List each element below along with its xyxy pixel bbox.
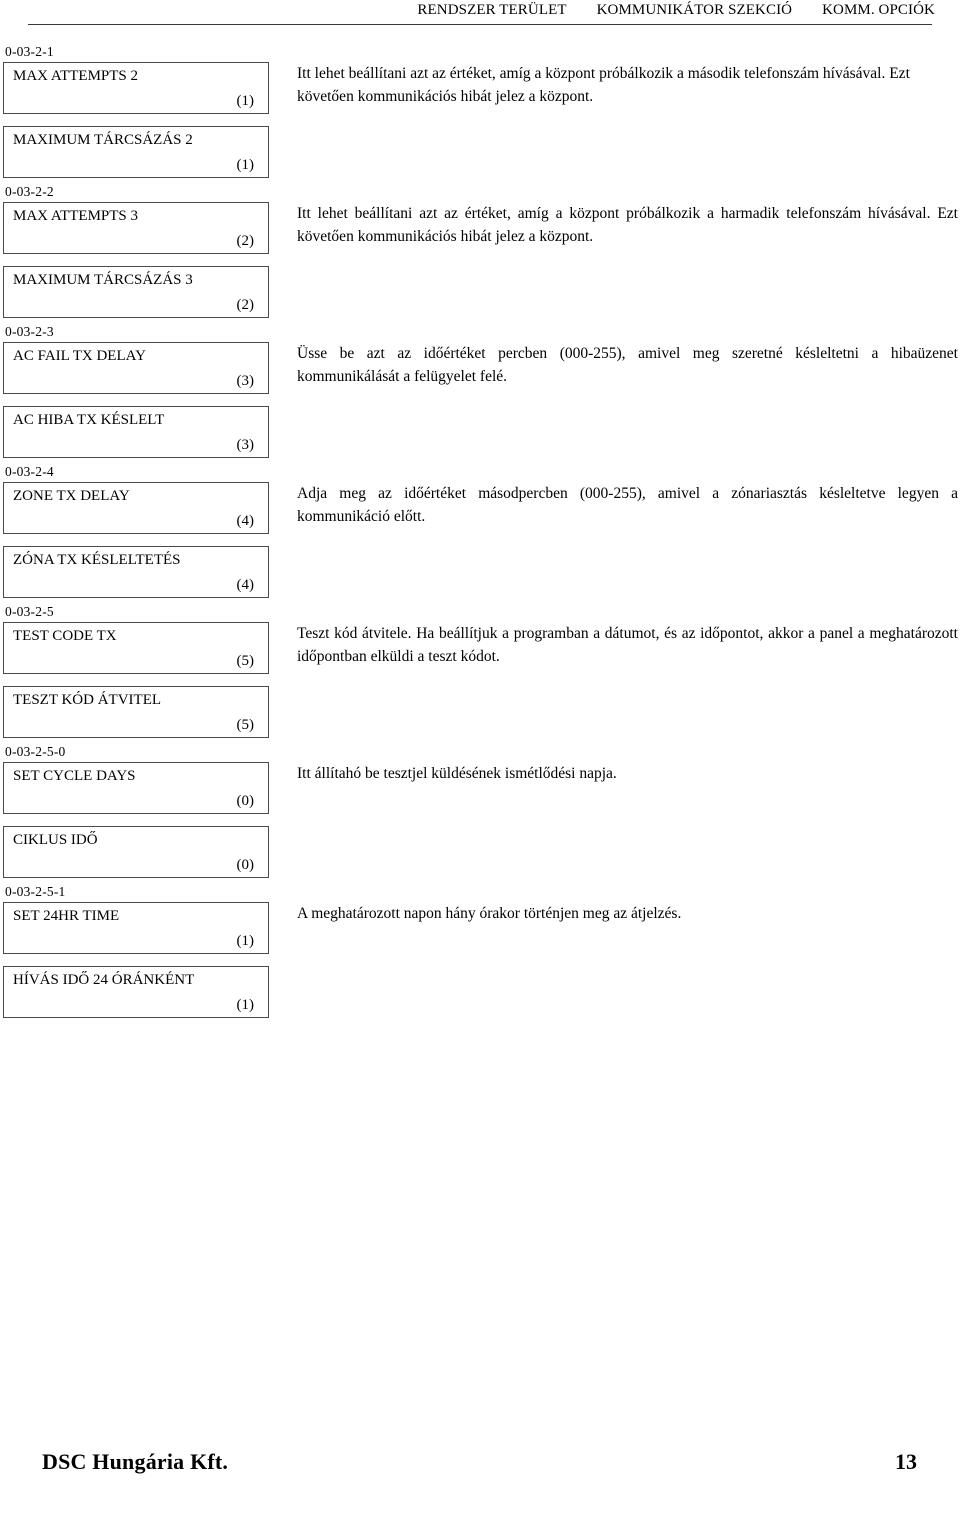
entry-row: 0-03-2-3 AC FAIL TX DELAY (3) AC HIBA TX… (0, 324, 960, 464)
section-code: 0-03-2-4 (5, 464, 54, 479)
lcd-value: (3) (236, 437, 255, 453)
lcd-value: (2) (236, 233, 255, 249)
lcd-display-english: MAX ATTEMPTS 3 (2) (3, 202, 269, 254)
entry-description: A meghatározott napon hány órakor történ… (297, 905, 682, 922)
entry-description: Adja meg az időértéket másodpercben (000… (297, 485, 958, 525)
lcd-value: (4) (236, 513, 255, 529)
section-code: 0-03-2-5 (5, 604, 54, 619)
lcd-title: AC FAIL TX DELAY (13, 348, 146, 364)
lcd-display-english: SET 24HR TIME (1) (3, 902, 269, 954)
lcd-display-hungarian: MAXIMUM TÁRCSÁZÁS 2 (1) (3, 126, 269, 178)
lcd-display-hungarian: ZÓNA TX KÉSLELTETÉS (4) (3, 546, 269, 598)
header-breadcrumb: RENDSZER TERÜLET KOMMUNIKÁTOR SZEKCIÓ KOMM… (0, 2, 935, 19)
entry-row: 0-03-2-2 MAX ATTEMPTS 3 (2) MAXIMUM TÁRC… (0, 184, 960, 324)
lcd-display-hungarian: MAXIMUM TÁRCSÁZÁS 3 (2) (3, 266, 269, 318)
lcd-spacer (3, 954, 269, 966)
lcd-group: 0-03-2-5-1 SET 24HR TIME (1) HÍVÁS IDŐ 2… (3, 884, 269, 1018)
lcd-display-hungarian: CIKLUS IDŐ (0) (3, 826, 269, 878)
entry-description: Teszt kód átvitele. Ha beállítjuk a prog… (297, 625, 958, 665)
section-code: 0-03-2-3 (5, 324, 54, 339)
entry-row: 0-03-2-1 MAX ATTEMPTS 2 (1) MAXIMUM TÁRC… (0, 44, 960, 184)
lcd-spacer (3, 394, 269, 406)
lcd-display-english: ZONE TX DELAY (4) (3, 482, 269, 534)
lcd-value: (4) (236, 577, 255, 593)
lcd-value: (5) (236, 653, 255, 669)
lcd-group: 0-03-2-5 TEST CODE TX (5) TESZT KÓD ÁTVI… (3, 604, 269, 738)
lcd-value: (1) (236, 93, 255, 109)
entry-row: 0-03-2-5 TEST CODE TX (5) TESZT KÓD ÁTVI… (0, 604, 960, 744)
lcd-group: 0-03-2-3 AC FAIL TX DELAY (3) AC HIBA TX… (3, 324, 269, 458)
lcd-title: MAXIMUM TÁRCSÁZÁS 2 (13, 132, 193, 148)
lcd-title: TEST CODE TX (13, 628, 117, 644)
entry-description: Itt lehet beállítani azt az értéket, amí… (297, 65, 910, 105)
entry-row: 0-03-2-5-0 SET CYCLE DAYS (0) CIKLUS IDŐ… (0, 744, 960, 884)
lcd-group: 0-03-2-1 MAX ATTEMPTS 2 (1) MAXIMUM TÁRC… (3, 44, 269, 178)
entry-description: Üsse be azt az időértéket percben (000-2… (297, 345, 958, 385)
lcd-value: (3) (236, 373, 255, 389)
lcd-spacer (3, 534, 269, 546)
section-code: 0-03-2-5-0 (5, 744, 66, 759)
header-item-communicator-section: KOMMUNIKÁTOR SZEKCIÓ (596, 2, 793, 18)
header-divider (28, 24, 932, 25)
entry-description: Itt lehet beállítani azt az értéket, amí… (297, 205, 958, 245)
entry-description: Itt állítahó be tesztjel küldésének ismé… (297, 765, 617, 782)
lcd-title: SET 24HR TIME (13, 908, 120, 924)
lcd-title: ZÓNA TX KÉSLELTETÉS (13, 552, 181, 568)
lcd-value: (2) (236, 297, 255, 313)
section-code: 0-03-2-2 (5, 184, 54, 199)
lcd-title: HÍVÁS IDŐ 24 ÓRÁNKÉNT (13, 972, 195, 988)
lcd-display-english: SET CYCLE DAYS (0) (3, 762, 269, 814)
footer-company: DSC Hungária Kft. (42, 1449, 229, 1474)
header-item-comm-options: KOMM. OPCIÓK (822, 2, 935, 18)
lcd-display-hungarian: HÍVÁS IDŐ 24 ÓRÁNKÉNT (1) (3, 966, 269, 1018)
lcd-group: 0-03-2-2 MAX ATTEMPTS 3 (2) MAXIMUM TÁRC… (3, 184, 269, 318)
footer-page-number: 13 (895, 1449, 917, 1474)
lcd-spacer (3, 814, 269, 826)
lcd-display-english: TEST CODE TX (5) (3, 622, 269, 674)
lcd-spacer (3, 254, 269, 266)
section-code: 0-03-2-5-1 (5, 884, 66, 899)
lcd-value: (5) (236, 717, 255, 733)
header-item-system-area: RENDSZER TERÜLET (417, 2, 567, 18)
lcd-title: CIKLUS IDŐ (13, 832, 98, 848)
lcd-display-hungarian: TESZT KÓD ÁTVITEL (5) (3, 686, 269, 738)
lcd-title: SET CYCLE DAYS (13, 768, 136, 784)
lcd-value: (1) (236, 933, 255, 949)
lcd-display-hungarian: AC HIBA TX KÉSLELT (3) (3, 406, 269, 458)
lcd-group: 0-03-2-4 ZONE TX DELAY (4) ZÓNA TX KÉSLE… (3, 464, 269, 598)
page-footer: DSC Hungária Kft. 13 (0, 1449, 960, 1479)
lcd-title: MAX ATTEMPTS 2 (13, 68, 139, 84)
lcd-spacer (3, 114, 269, 126)
lcd-title: ZONE TX DELAY (13, 488, 130, 504)
lcd-group: 0-03-2-5-0 SET CYCLE DAYS (0) CIKLUS IDŐ… (3, 744, 269, 878)
lcd-display-english: AC FAIL TX DELAY (3) (3, 342, 269, 394)
lcd-title: AC HIBA TX KÉSLELT (13, 412, 165, 428)
lcd-value: (1) (236, 997, 255, 1013)
entry-row: 0-03-2-5-1 SET 24HR TIME (1) HÍVÁS IDŐ 2… (0, 884, 960, 1024)
section-code: 0-03-2-1 (5, 44, 54, 59)
lcd-value: (0) (236, 857, 255, 873)
entry-list: 0-03-2-1 MAX ATTEMPTS 2 (1) MAXIMUM TÁRC… (0, 44, 960, 1024)
lcd-title: MAXIMUM TÁRCSÁZÁS 3 (13, 272, 193, 288)
lcd-value: (1) (236, 157, 255, 173)
page-header: RENDSZER TERÜLET KOMMUNIKÁTOR SZEKCIÓ KOMM… (0, 0, 960, 30)
lcd-value: (0) (236, 793, 255, 809)
entry-row: 0-03-2-4 ZONE TX DELAY (4) ZÓNA TX KÉSLE… (0, 464, 960, 604)
lcd-title: MAX ATTEMPTS 3 (13, 208, 139, 224)
lcd-spacer (3, 674, 269, 686)
lcd-display-english: MAX ATTEMPTS 2 (1) (3, 62, 269, 114)
lcd-title: TESZT KÓD ÁTVITEL (13, 692, 162, 708)
